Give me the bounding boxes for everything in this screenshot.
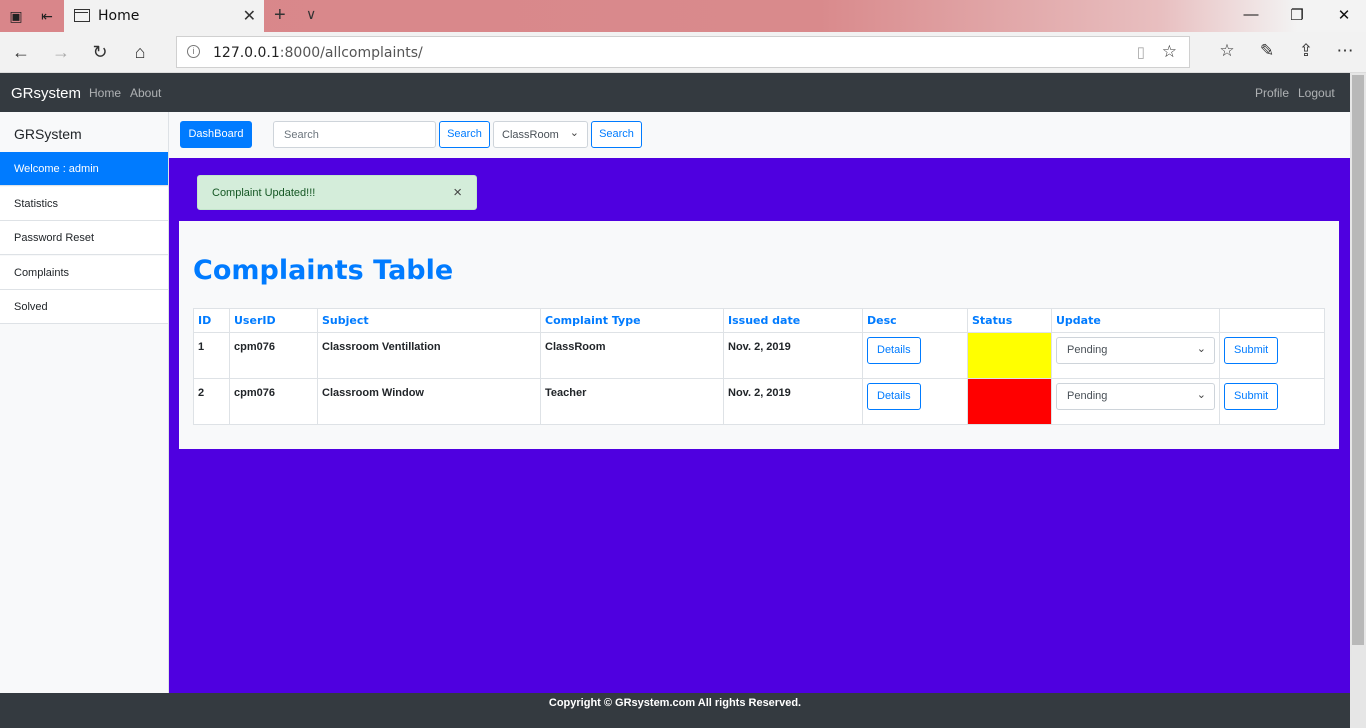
column-header: UserID [229, 308, 318, 333]
reading-view-icon[interactable]: ▯ [1137, 43, 1145, 61]
site-info-icon[interactable]: i [187, 45, 200, 58]
favorites-icon[interactable]: ☆ [1216, 41, 1238, 61]
refresh-icon[interactable]: ↻ [89, 41, 111, 63]
close-tab-icon[interactable]: ✕ [243, 6, 256, 26]
forward-icon[interactable]: → [50, 41, 72, 63]
column-header: Update [1051, 308, 1220, 333]
details-button[interactable]: Details [867, 337, 921, 364]
column-header: ID [193, 308, 230, 333]
minimize-icon[interactable]: — [1241, 6, 1261, 23]
sidebar-item-complaints[interactable]: Complaints [0, 256, 168, 290]
chevron-down-icon: ⌄ [1196, 389, 1206, 401]
cell-update: Pending ⌄ [1051, 378, 1220, 425]
table-row: 2 cpm076 Classroom Window Teacher Nov. 2… [193, 378, 1325, 425]
main-content: Complaint Updated!!! × Complaints Table … [169, 158, 1350, 693]
cell-submit: Submit [1219, 378, 1325, 425]
nav-logout-link[interactable]: Logout [1298, 86, 1335, 100]
sidebar-item-welcome[interactable]: Welcome : admin [0, 152, 168, 186]
cell-subject: Classroom Window [317, 378, 541, 425]
url-text[interactable]: 127.0.0.1:8000/allcomplaints/ [213, 45, 423, 61]
table-row: 1 cpm076 Classroom Ventillation ClassRoo… [193, 332, 1325, 379]
content-toolbar: DashBoard Search Search ClassRoom ⌄ Sear… [169, 112, 1350, 158]
sidebar-item-statistics[interactable]: Statistics [0, 187, 168, 221]
column-header: Complaint Type [540, 308, 724, 333]
alert-close-icon[interactable]: × [453, 184, 462, 201]
cell-id: 2 [193, 378, 230, 425]
cell-status [967, 332, 1052, 379]
status-select[interactable]: Pending ⌄ [1056, 337, 1215, 364]
search-button[interactable]: Search [439, 121, 490, 148]
vertical-scrollbar[interactable] [1350, 73, 1366, 728]
restore-icon[interactable]: ❐ [1287, 6, 1307, 24]
favorite-star-icon[interactable]: ☆ [1162, 42, 1177, 62]
set-aside-tabs-icon[interactable]: ⇤ [38, 8, 56, 24]
tab-title: Home [98, 8, 140, 24]
status-indicator [968, 379, 1051, 424]
nav-home-link[interactable]: Home [89, 86, 121, 100]
details-button[interactable]: Details [867, 383, 921, 410]
submit-button[interactable]: Submit [1224, 383, 1279, 410]
browser-tab[interactable]: Home ✕ [64, 0, 264, 32]
column-header: Issued date [723, 308, 863, 333]
nav-profile-link[interactable]: Profile [1255, 86, 1289, 100]
sidebar-item-solved[interactable]: Solved [0, 290, 168, 324]
cell-submit: Submit [1219, 332, 1325, 379]
complaint-type-select[interactable]: ClassRoom ⌄ [493, 121, 588, 148]
chevron-down-icon: ⌄ [569, 127, 579, 139]
tab-actions-icon[interactable]: ▣ [7, 8, 25, 24]
home-icon[interactable]: ⌂ [129, 41, 151, 63]
back-icon[interactable]: ← [10, 41, 32, 63]
sidebar-title: GRSystem [14, 126, 82, 142]
column-header: Status [967, 308, 1052, 333]
sidebar: GRSystem Welcome : admin Statistics Pass… [0, 112, 169, 693]
cell-update: Pending ⌄ [1051, 332, 1220, 379]
cell-date: Nov. 2, 2019 [723, 332, 863, 379]
cell-subject: Classroom Ventillation [317, 332, 541, 379]
more-options-icon[interactable]: ⋯ [1334, 41, 1356, 61]
column-header: Desc [862, 308, 968, 333]
search-input[interactable]: Search [273, 121, 436, 148]
cell-type: ClassRoom [540, 332, 724, 379]
complaints-table: ID UserID Subject Complaint Type Issued … [193, 308, 1325, 425]
url-field[interactable]: i 127.0.0.1:8000/allcomplaints/ ▯ ☆ [176, 36, 1190, 68]
brand-link[interactable]: GRsystem [11, 85, 81, 102]
address-bar-row: ← → ↻ ⌂ i 127.0.0.1:8000/allcomplaints/ … [0, 32, 1366, 73]
nav-about-link[interactable]: About [130, 86, 161, 100]
page-icon [74, 9, 90, 22]
cell-user: cpm076 [229, 332, 318, 379]
chevron-down-icon: ⌄ [1196, 343, 1206, 355]
table-header-row: ID UserID Subject Complaint Type Issued … [193, 308, 1325, 333]
window-close-icon[interactable]: ✕ [1334, 6, 1354, 24]
cell-user: cpm076 [229, 378, 318, 425]
footer: Copyright © GRsystem.com All rights Rese… [0, 693, 1350, 728]
column-header: Subject [317, 308, 541, 333]
tab-list-chevron-icon[interactable]: ∨ [306, 6, 316, 23]
column-header [1219, 308, 1325, 333]
submit-button[interactable]: Submit [1224, 337, 1279, 364]
cell-desc: Details [862, 332, 968, 379]
filter-search-button[interactable]: Search [591, 121, 642, 148]
status-select[interactable]: Pending ⌄ [1056, 383, 1215, 410]
sidebar-item-password-reset[interactable]: Password Reset [0, 221, 168, 255]
status-indicator [968, 333, 1051, 378]
cell-date: Nov. 2, 2019 [723, 378, 863, 425]
new-tab-icon[interactable]: + [274, 4, 286, 27]
pen-icon[interactable]: ✎ [1256, 41, 1278, 61]
dashboard-button[interactable]: DashBoard [180, 121, 252, 148]
cell-status [967, 378, 1052, 425]
top-navbar: GRsystem Home About Profile Logout [0, 73, 1350, 112]
cell-desc: Details [862, 378, 968, 425]
complaints-card: Complaints Table ID UserID Subject Compl… [179, 221, 1339, 449]
alert-message: Complaint Updated!!! [212, 187, 316, 199]
success-alert: Complaint Updated!!! × [197, 175, 477, 210]
scrollbar-thumb[interactable] [1352, 75, 1364, 645]
cell-type: Teacher [540, 378, 724, 425]
browser-tab-bar: ▣ ⇤ Home ✕ + ∨ — ❐ ✕ [0, 0, 1366, 32]
page-title: Complaints Table [193, 255, 454, 286]
share-icon[interactable]: ⇪ [1295, 41, 1317, 61]
cell-id: 1 [193, 332, 230, 379]
